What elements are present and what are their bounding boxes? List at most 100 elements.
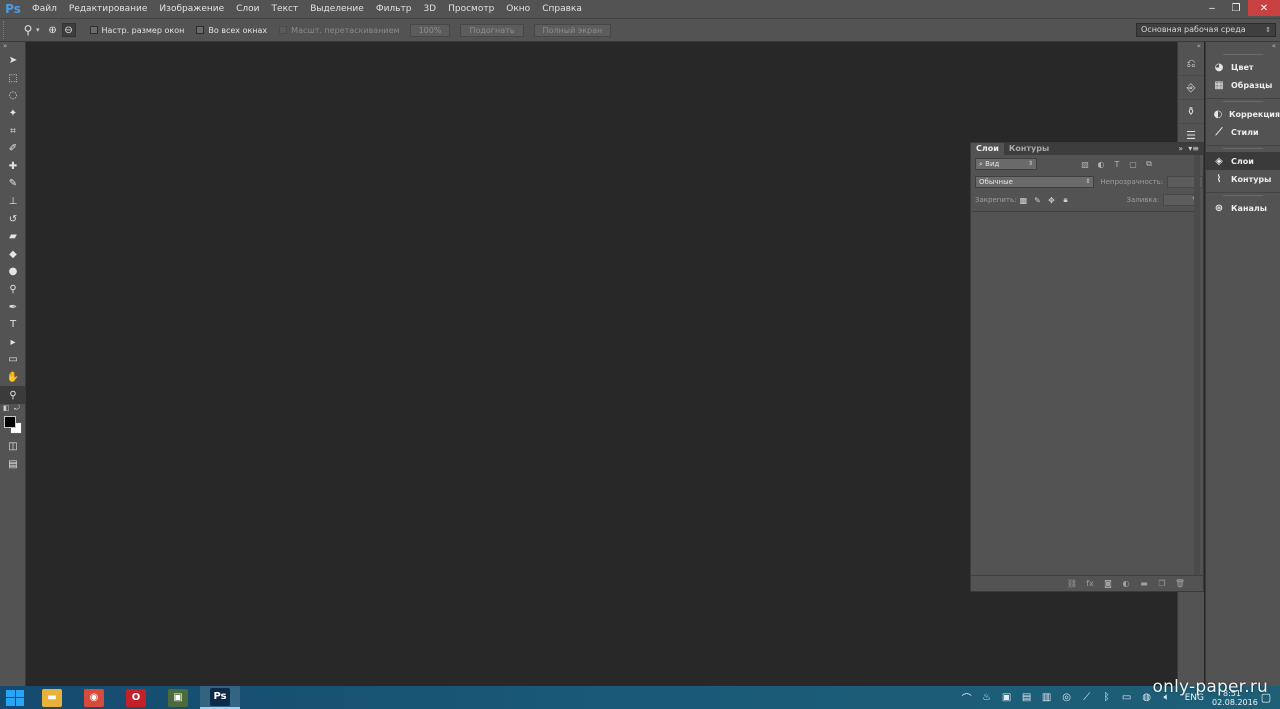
shape-filter-icon[interactable]: ▢ bbox=[1125, 158, 1141, 170]
brush-tool-icon[interactable]: ✎ bbox=[0, 175, 26, 193]
app-tray-icon[interactable]: ♨ bbox=[977, 686, 997, 709]
clone-stamp-tool-icon[interactable]: ⊥ bbox=[0, 193, 26, 211]
dock-item[interactable]: ◈ Слои bbox=[1206, 152, 1280, 170]
menu-item[interactable]: Справка bbox=[536, 0, 588, 18]
zoom-in-icon[interactable]: ⊕ bbox=[46, 23, 60, 37]
lock-transparency-icon[interactable]: ▩ bbox=[1016, 194, 1030, 206]
blur-tool-icon[interactable]: ● bbox=[0, 263, 26, 281]
checkbox-box[interactable] bbox=[196, 26, 205, 34]
pixel-filter-icon[interactable]: ▧ bbox=[1077, 158, 1093, 170]
menu-item[interactable]: Окно bbox=[500, 0, 536, 18]
layers-panel-titlebar[interactable]: Слои Контуры » ▾≡ bbox=[971, 143, 1203, 155]
collapse-icon[interactable]: « bbox=[1178, 42, 1204, 52]
checkbox-box[interactable] bbox=[89, 26, 98, 34]
menu-item[interactable]: Просмотр bbox=[442, 0, 500, 18]
type-tool-icon[interactable]: T bbox=[0, 316, 26, 334]
options-bar-grip[interactable] bbox=[3, 21, 9, 39]
taskbar-app-photoshop[interactable]: Ps bbox=[200, 686, 240, 709]
eyedropper-tool-icon[interactable]: ✐ bbox=[0, 140, 26, 158]
collapse-icon[interactable]: » bbox=[0, 42, 25, 52]
new-adjustment-icon[interactable]: ◐ bbox=[1117, 577, 1135, 591]
fit-screen-button[interactable]: Подогнать bbox=[460, 23, 524, 37]
pen-tool-icon[interactable]: ✒ bbox=[0, 298, 26, 316]
zoom-out-icon[interactable]: ⊖ bbox=[61, 23, 76, 37]
app-tray-icon[interactable]: ◎ bbox=[1057, 686, 1077, 709]
new-layer-icon[interactable]: ❐ bbox=[1153, 577, 1171, 591]
taskbar-app-file-explorer[interactable]: ▬ bbox=[32, 686, 72, 709]
fill-screen-button[interactable]: Полный экран bbox=[533, 23, 612, 37]
foreground-color-swatch[interactable] bbox=[4, 415, 16, 428]
menu-item[interactable]: Выделение bbox=[304, 0, 370, 18]
default-colors-icon[interactable]: ◧ bbox=[3, 404, 10, 412]
history-brush-tool-icon[interactable]: ↺ bbox=[0, 210, 26, 228]
zoom-100-button[interactable]: 100% bbox=[409, 23, 451, 37]
lasso-tool-icon[interactable]: ◌ bbox=[0, 87, 26, 105]
taskbar-app-media-app[interactable]: ▣ bbox=[158, 686, 198, 709]
smart-object-filter-icon[interactable]: ⧉ bbox=[1141, 158, 1157, 170]
resize-windows-checkbox[interactable]: Настр. размер окон bbox=[89, 26, 184, 35]
path-selection-tool-icon[interactable]: ▸ bbox=[0, 334, 26, 352]
zoom-tool-icon[interactable]: ⚲ bbox=[0, 386, 26, 404]
minimize-button[interactable]: ‒ bbox=[1200, 0, 1224, 16]
dock-item[interactable]: ⊛ Каналы bbox=[1206, 199, 1280, 217]
add-mask-icon[interactable]: ◙ bbox=[1099, 577, 1117, 591]
type-filter-icon[interactable]: T bbox=[1109, 158, 1125, 170]
rectangle-shape-tool-icon[interactable]: ▭ bbox=[0, 351, 26, 369]
tab-layers[interactable]: Слои bbox=[971, 143, 1004, 155]
brush-presets-icon[interactable]: ⚱ bbox=[1178, 100, 1204, 124]
app-tray-icon[interactable]: ▥ bbox=[1037, 686, 1057, 709]
tab-paths[interactable]: Контуры bbox=[1004, 143, 1054, 155]
screen-mode-icon[interactable]: ▤ bbox=[0, 455, 26, 473]
lock-position-icon[interactable]: ✥ bbox=[1044, 194, 1058, 206]
app-tray-icon[interactable]: ▣ bbox=[997, 686, 1017, 709]
pen-tray-icon[interactable]: ⟋ bbox=[1077, 686, 1097, 709]
chevron-down-icon[interactable]: ▾ bbox=[36, 26, 40, 34]
move-tool-icon[interactable]: ➤ bbox=[0, 52, 26, 70]
menu-item[interactable]: Фильтр bbox=[370, 0, 418, 18]
lock-pixels-icon[interactable]: ✎ bbox=[1030, 194, 1044, 206]
dock-item[interactable]: ⌇ Контуры bbox=[1206, 170, 1280, 188]
dock-group-grip[interactable] bbox=[1223, 195, 1263, 197]
checkbox-box[interactable] bbox=[279, 26, 288, 34]
swap-colors-icon[interactable]: ⤾ bbox=[14, 404, 20, 413]
lock-all-icon[interactable]: 🔒︎ bbox=[1058, 194, 1072, 206]
panel-menu-icon[interactable]: » ▾≡ bbox=[1178, 143, 1199, 155]
network-icon[interactable]: ⌒ bbox=[957, 686, 977, 709]
menu-item[interactable]: Редактирование bbox=[63, 0, 154, 18]
dock-item[interactable]: ⟋ Стили bbox=[1206, 123, 1280, 141]
workspace-select[interactable]: Основная рабочая среда ⇕ bbox=[1136, 23, 1276, 37]
new-group-icon[interactable]: ▬ bbox=[1135, 577, 1153, 591]
dock-item[interactable]: ◕ Цвет bbox=[1206, 58, 1280, 76]
all-windows-checkbox[interactable]: Во всех окнах bbox=[196, 26, 267, 35]
magic-wand-tool-icon[interactable]: ✦ bbox=[0, 105, 26, 123]
layers-scrollbar[interactable] bbox=[1194, 155, 1200, 575]
dock-group-grip[interactable] bbox=[1223, 101, 1263, 103]
menu-item[interactable]: Текст bbox=[266, 0, 305, 18]
adjustment-filter-icon[interactable]: ◐ bbox=[1093, 158, 1109, 170]
app-tray-icon[interactable]: ▤ bbox=[1017, 686, 1037, 709]
dock-item[interactable]: ▦ Образцы bbox=[1206, 76, 1280, 94]
eraser-tool-icon[interactable]: ▰ bbox=[0, 228, 26, 246]
link-layers-icon[interactable]: ⛓ bbox=[1063, 577, 1081, 591]
history-icon[interactable]: ⎌ bbox=[1178, 52, 1204, 76]
dock-item[interactable]: ◐ Коррекция bbox=[1206, 105, 1280, 123]
dock-group-grip[interactable] bbox=[1223, 148, 1263, 150]
menu-item[interactable]: Слои bbox=[230, 0, 265, 18]
menu-item[interactable]: Изображение bbox=[153, 0, 230, 18]
paint-bucket-tool-icon[interactable]: ◆ bbox=[0, 246, 26, 264]
menu-item[interactable]: Файл bbox=[26, 0, 63, 18]
battery-icon[interactable]: ▭ bbox=[1117, 686, 1137, 709]
hand-tool-icon[interactable]: ✋ bbox=[0, 369, 26, 387]
actions-icon[interactable]: ⎆ bbox=[1178, 76, 1204, 100]
blend-mode-select[interactable]: Обычные ⇕ bbox=[975, 176, 1095, 188]
bluetooth-icon[interactable]: ᛒ bbox=[1097, 686, 1117, 709]
spot-healing-tool-icon[interactable]: ✚ bbox=[0, 158, 26, 176]
rectangular-marquee-tool-icon[interactable]: ⬚ bbox=[0, 70, 26, 88]
ps-logo[interactable]: Ps bbox=[0, 0, 26, 18]
layers-list[interactable] bbox=[972, 211, 1194, 575]
close-button[interactable]: ✕ bbox=[1248, 0, 1280, 16]
menu-item[interactable]: 3D bbox=[417, 0, 442, 18]
delete-layer-icon[interactable]: 🗑︎ bbox=[1171, 577, 1189, 591]
collapse-icon[interactable]: « bbox=[1206, 42, 1280, 52]
quick-mask-icon[interactable]: ◫ bbox=[0, 438, 26, 456]
